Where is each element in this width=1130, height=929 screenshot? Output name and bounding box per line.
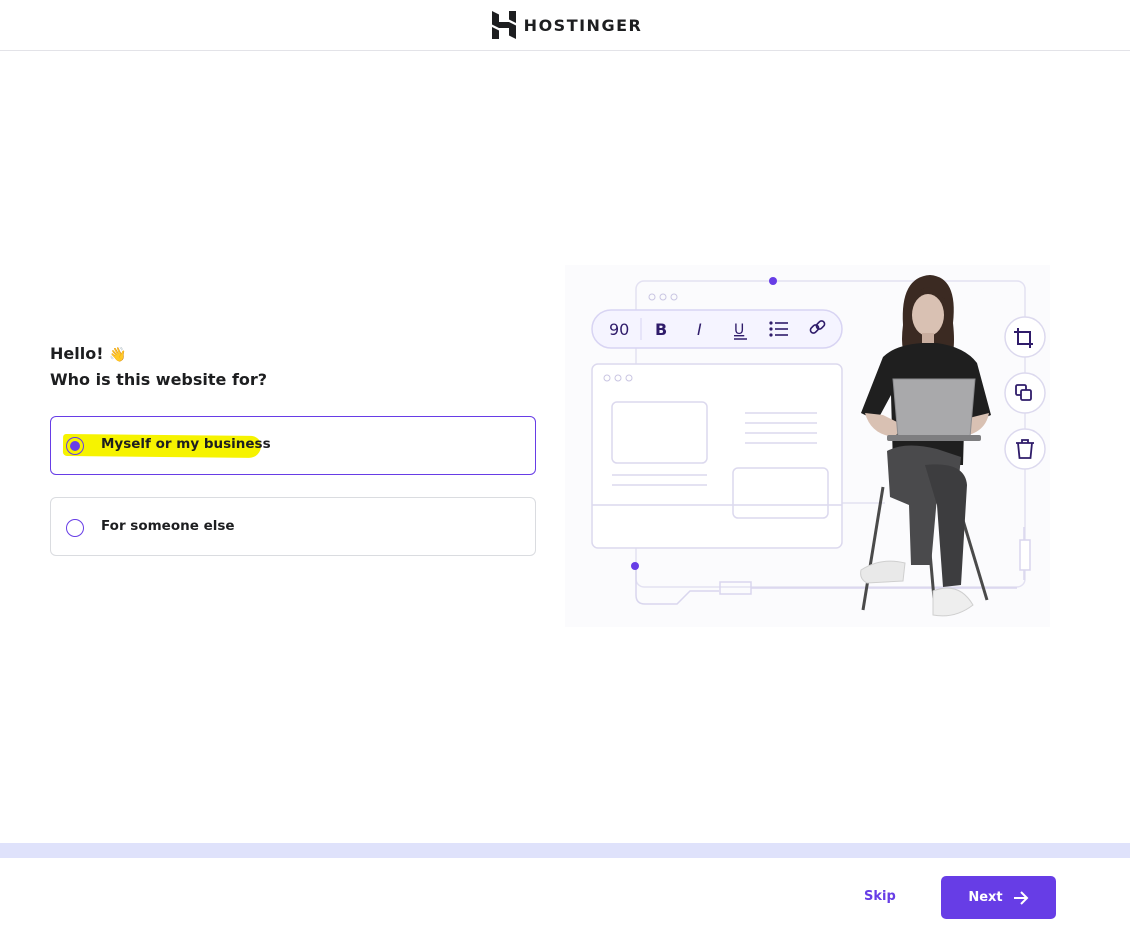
greeting-text: Hello! — [50, 344, 104, 363]
italic-icon: I — [697, 320, 702, 339]
radio-dot — [70, 441, 80, 451]
underline-icon: U — [734, 322, 744, 338]
page-question: Who is this website for? — [50, 370, 268, 389]
radio-selected[interactable] — [66, 437, 84, 455]
option-myself-or-business[interactable]: Myself or my business — [50, 416, 536, 475]
arrow-right-icon — [1013, 890, 1029, 905]
top-header: HOSTINGER — [0, 0, 1130, 51]
next-label: Next — [968, 890, 1003, 905]
front-window — [591, 363, 843, 549]
website-builder-illustration: 90 B I U — [565, 265, 1050, 627]
option-label: Myself or my business — [101, 436, 271, 452]
radio-unselected[interactable] — [66, 519, 84, 537]
font-size-value: 90 — [609, 320, 629, 339]
option-label: For someone else — [101, 518, 235, 534]
text-toolbar: 90 B I U — [591, 309, 843, 349]
next-button[interactable]: Next — [941, 876, 1056, 919]
greeting-heading: Hello! 👋 — [50, 340, 127, 369]
waving-hand-icon: 👋 — [109, 347, 127, 363]
option-someone-else[interactable]: For someone else — [50, 497, 536, 556]
hostinger-logo[interactable]: HOSTINGER — [491, 11, 643, 39]
progress-bar-track — [0, 843, 1130, 858]
logo-text: HOSTINGER — [523, 15, 643, 35]
bold-icon: B — [655, 320, 667, 339]
copy-tool-button — [1004, 372, 1046, 414]
illustration-canvas: 90 B I U — [565, 265, 1050, 627]
skip-button[interactable]: Skip — [864, 889, 896, 904]
crop-tool-button — [1004, 316, 1046, 358]
delete-tool-button — [1004, 428, 1046, 470]
hostinger-logo-icon — [491, 11, 516, 39]
